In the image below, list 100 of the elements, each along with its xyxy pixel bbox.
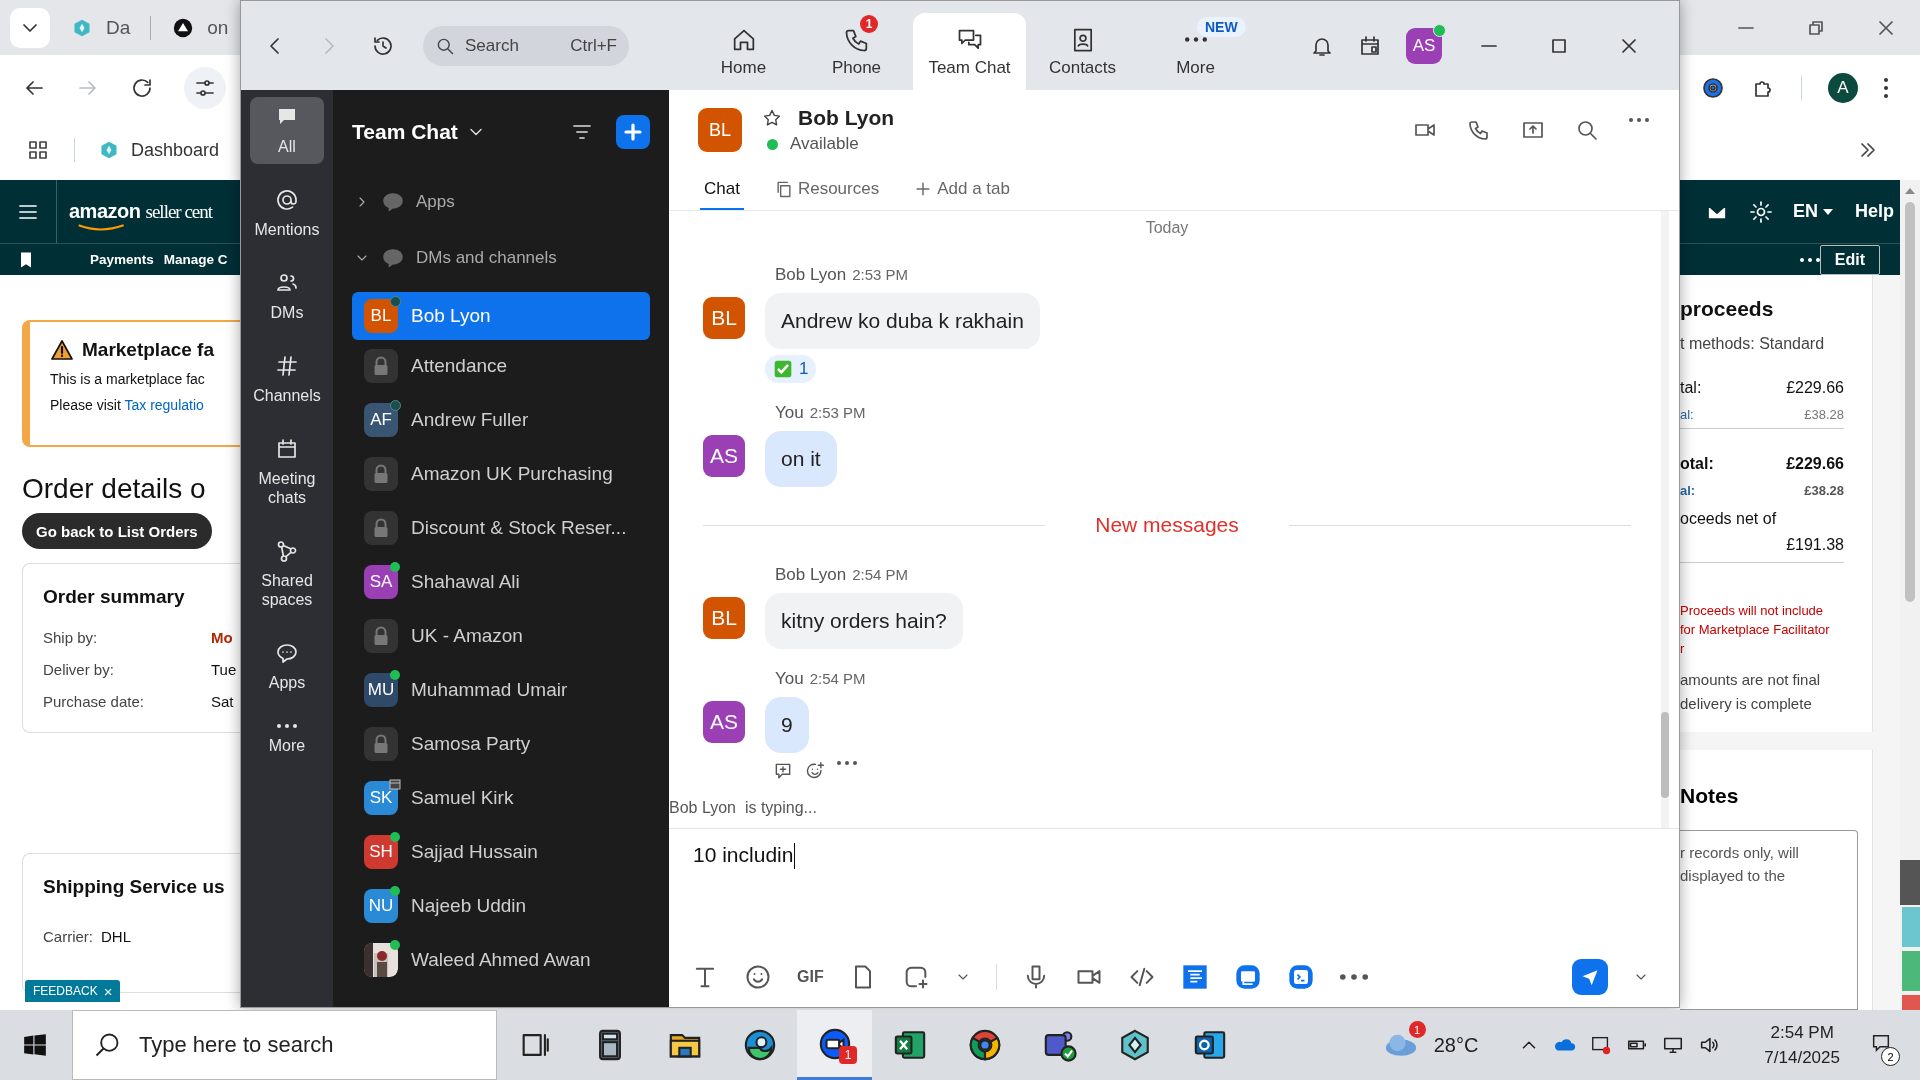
security-icon[interactable] xyxy=(1590,1034,1613,1056)
sidebar-item[interactable]: All xyxy=(250,97,324,164)
conversation-item[interactable]: SH Sajjad Hussain xyxy=(352,828,650,876)
conversation-item[interactable]: AF Andrew Fuller xyxy=(352,396,650,444)
conversation-item[interactable]: MU Muhammad Umair xyxy=(352,666,650,714)
help-link[interactable]: Help xyxy=(1855,201,1894,222)
tax-link[interactable]: Tax regulatio xyxy=(124,397,204,413)
new-messages-divider: New messages xyxy=(1095,513,1239,537)
alert-title: Marketplace fa xyxy=(82,339,214,361)
nav-link[interactable]: Payments xyxy=(90,252,154,267)
conversation-item[interactable]: Attendance xyxy=(352,342,650,390)
close-feedback[interactable]: × xyxy=(103,982,113,1000)
whiteboard-icon[interactable] xyxy=(1233,963,1262,991)
feedback-tab[interactable]: FEEDBACK × xyxy=(25,980,121,1002)
emoji-icon[interactable] xyxy=(744,963,772,991)
search-field[interactable]: Search Ctrl+F xyxy=(423,25,629,66)
row-amount: £229.66 xyxy=(1786,455,1844,473)
conversation-item[interactable]: Waleed Ahmed Awan xyxy=(352,936,650,984)
conversation-item[interactable]: NU Najeeb Uddin xyxy=(352,882,650,930)
reply-icon[interactable] xyxy=(773,761,793,781)
text-cursor xyxy=(794,843,796,869)
field-value: Sat xyxy=(211,692,234,712)
scrollbar-thumb[interactable] xyxy=(1905,202,1915,602)
message-input[interactable]: 10 includin xyxy=(669,829,1679,889)
sidebar-item[interactable]: More xyxy=(250,716,324,763)
lock-icon xyxy=(364,727,398,761)
nav-tab[interactable]: Team Chat xyxy=(913,13,1026,90)
sidebar-item[interactable]: Mentions xyxy=(250,180,324,247)
section-header[interactable]: Apps xyxy=(352,174,650,230)
mail-app-icon[interactable] xyxy=(1192,1028,1227,1062)
settings-icon[interactable] xyxy=(1748,199,1773,224)
apps-grid-icon[interactable] xyxy=(26,138,50,162)
note-text: amounts are not final delivery is complete xyxy=(1680,670,1822,714)
profile-avatar[interactable]: A xyxy=(1828,72,1858,103)
nav-tab[interactable]: Home xyxy=(687,13,800,90)
chat-tab[interactable]: Resources xyxy=(769,170,884,210)
avatar: SH xyxy=(364,835,398,869)
chat-tab[interactable]: Chat xyxy=(700,170,744,210)
conversation-item[interactable]: BL Bob Lyon xyxy=(352,292,650,340)
panel-title[interactable]: Team Chat xyxy=(352,120,458,144)
chrome-icon[interactable] xyxy=(967,1028,1002,1062)
reaction-chip[interactable]: 1 xyxy=(765,355,817,383)
field-value: Mo xyxy=(211,628,233,648)
sidebar-item[interactable]: Channels xyxy=(250,346,324,413)
extension-icon[interactable] xyxy=(1701,75,1725,100)
notifications-icon[interactable] xyxy=(1870,1032,1892,1054)
back-to-orders-button[interactable]: Go back to List Orders xyxy=(22,513,212,549)
phone-icon[interactable] xyxy=(1467,118,1491,142)
conversation-item[interactable]: Amazon UK Purchasing xyxy=(352,450,650,498)
section-title: Notes xyxy=(1680,784,1740,808)
terminal-icon[interactable] xyxy=(1286,963,1315,991)
section-header[interactable]: DMs and channels xyxy=(352,230,650,286)
more-icon[interactable] xyxy=(1629,118,1649,122)
chat-tab[interactable]: Add a tab xyxy=(909,170,1014,210)
nav-tab[interactable]: Contacts xyxy=(1026,13,1139,90)
start-icon[interactable] xyxy=(22,1032,48,1058)
conversation-item[interactable]: SA Shahawal Ali xyxy=(352,558,650,606)
menu-icon[interactable] xyxy=(1884,77,1888,98)
more-icon[interactable] xyxy=(1799,257,1820,262)
star-icon[interactable] xyxy=(762,108,782,128)
typing-indicator: Bob Lyon is typing... xyxy=(669,799,818,817)
conversation-item[interactable]: Discount & Stock Reser... xyxy=(352,504,650,552)
conversation-item[interactable]: SK Samuel Kirk xyxy=(352,774,650,822)
count-badge: 1 xyxy=(860,15,878,33)
clock[interactable]: 2:54 PM 7/14/2025 xyxy=(1764,1020,1840,1070)
add-reaction-icon[interactable] xyxy=(805,761,825,781)
scrollbar-thumb[interactable] xyxy=(1661,712,1669,798)
row-label: tal: xyxy=(1680,379,1702,397)
sidebar-item[interactable]: Meeting chats xyxy=(250,429,324,515)
search-icon xyxy=(93,1031,121,1059)
teams-icon[interactable] xyxy=(1042,1028,1077,1062)
spreadsheet-icon[interactable] xyxy=(892,1028,927,1062)
sidebar-item[interactable]: Apps xyxy=(250,633,324,700)
check-mark-icon xyxy=(773,359,793,379)
sidebar-item[interactable]: DMs xyxy=(250,263,324,330)
nav-tab[interactable]: 1 Phone xyxy=(800,13,913,90)
gif-button[interactable]: GIF xyxy=(797,968,824,986)
bookmark-link[interactable]: Dashboard xyxy=(99,139,220,161)
search-icon[interactable] xyxy=(1575,118,1599,142)
conversation-item[interactable]: UK - Amazon xyxy=(352,612,650,660)
scroll-up-icon[interactable] xyxy=(1905,188,1915,194)
edge-browser-icon[interactable] xyxy=(742,1028,777,1062)
nav-link[interactable]: Manage C xyxy=(163,252,228,267)
browser-tab[interactable]: Da xyxy=(72,16,131,39)
taskbar-search-field[interactable]: Type here to search xyxy=(72,1010,497,1080)
status-dot xyxy=(767,138,778,150)
language-menu[interactable]: EN xyxy=(1792,201,1833,222)
seller-logo[interactable]: amazon seller cent xyxy=(69,200,213,223)
calendar-icon[interactable] xyxy=(1358,33,1382,58)
document-icon[interactable] xyxy=(1180,963,1209,991)
more-icon[interactable] xyxy=(837,761,857,765)
sidebar-item[interactable]: Shared spaces xyxy=(250,531,324,617)
send-button[interactable] xyxy=(1572,959,1608,995)
temperature[interactable]: 28°C xyxy=(1433,1033,1479,1057)
speech-bubble-icon xyxy=(275,641,299,665)
nav-tab[interactable]: NEW More xyxy=(1139,13,1252,90)
browser-tab[interactable]: on xyxy=(173,16,229,39)
contact-avatar: BL xyxy=(698,108,742,152)
conversation-item[interactable]: Samosa Party xyxy=(352,720,650,768)
edit-button[interactable]: Edit xyxy=(1819,244,1880,275)
